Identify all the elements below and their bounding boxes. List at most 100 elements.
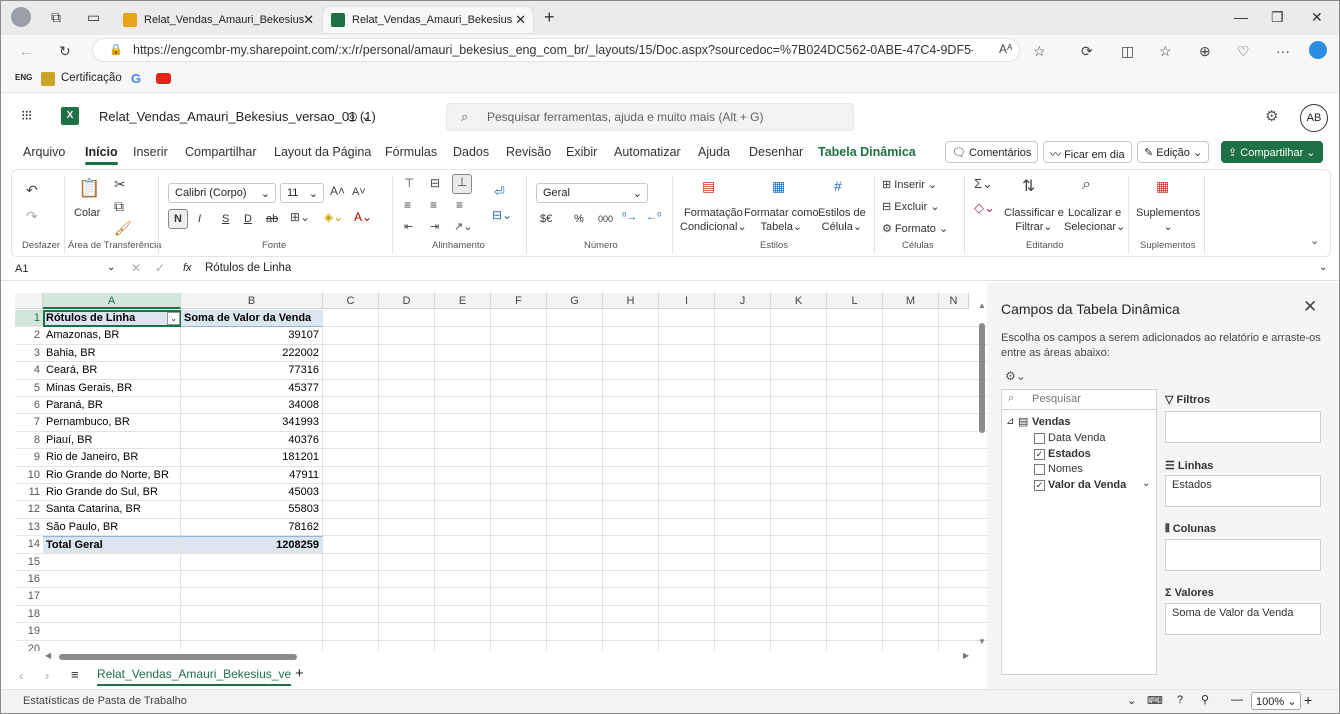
tab-inicio[interactable]: Início	[85, 145, 118, 165]
cell-b[interactable]	[181, 571, 323, 589]
cell-b[interactable]	[181, 553, 323, 571]
cell-a[interactable]: Piauí, BR	[43, 431, 181, 450]
accessibility-icon[interactable]: ⚲	[1201, 693, 1209, 706]
redo-icon[interactable]: ↷	[26, 208, 38, 225]
column-header-m[interactable]: M	[883, 293, 939, 309]
borders-icon[interactable]: ⊞⌄	[290, 210, 310, 224]
columns-drop-area[interactable]	[1165, 539, 1321, 571]
field-label[interactable]: Valor da Venda	[1048, 479, 1126, 491]
empty-cells[interactable]	[323, 605, 987, 624]
help-icon[interactable]: ?	[1177, 694, 1183, 706]
cell-a[interactable]	[43, 605, 181, 624]
row-header[interactable]: 13	[15, 518, 43, 537]
double-underline-button[interactable]: D	[244, 212, 252, 226]
cell-b[interactable]	[181, 623, 323, 641]
confirm-icon[interactable]: ✓	[155, 261, 165, 275]
empty-cells[interactable]	[323, 449, 987, 467]
cell-a[interactable]	[43, 623, 181, 641]
sheet-tab-active[interactable]: Relat_Vendas_Amauri_Bekesius_ve	[97, 667, 292, 686]
google-icon[interactable]: G	[131, 71, 141, 86]
column-header-n[interactable]: N	[939, 293, 969, 309]
refresh-icon[interactable]: ↻	[59, 43, 71, 60]
autosum-icon[interactable]: Σ⌄	[974, 176, 993, 192]
grow-font-icon[interactable]: A˄	[330, 184, 345, 198]
minimize-icon[interactable]: —	[1234, 9, 1248, 25]
tab-formulas[interactable]: Fórmulas	[385, 145, 437, 159]
sort-filter-icon[interactable]: ⇅	[1022, 176, 1035, 196]
empty-cells[interactable]	[323, 379, 987, 397]
merge-center-icon[interactable]: ⊟⌄	[492, 208, 512, 222]
increase-decimal-icon[interactable]: ⁰→	[622, 210, 637, 223]
align-bottom-icon[interactable]: ⊥	[452, 174, 472, 194]
row-header[interactable]: 6	[15, 397, 43, 415]
close-window-icon[interactable]: ✕	[1311, 9, 1323, 26]
scroll-right-icon[interactable]: ▶	[963, 651, 969, 660]
catchup-button[interactable]: 〰 Ficar em dia	[1043, 141, 1132, 163]
empty-cells[interactable]	[323, 414, 987, 432]
expand-formula-icon[interactable]: ⌄	[1319, 262, 1327, 273]
column-header-d[interactable]: D	[379, 293, 435, 309]
vertical-scrollbar[interactable]: ▲ ▼	[977, 301, 987, 651]
field-checkbox[interactable]	[1034, 464, 1045, 475]
cancel-icon[interactable]: ✕	[131, 261, 141, 275]
formula-input[interactable]: Rótulos de Linha	[205, 262, 291, 274]
empty-cells[interactable]	[323, 397, 987, 415]
workspaces-icon[interactable]: ⧉	[51, 9, 61, 26]
column-header-l[interactable]: L	[827, 293, 883, 309]
tab-ajuda[interactable]: Ajuda	[698, 145, 730, 159]
column-header-c[interactable]: C	[323, 293, 379, 309]
copilot-icon[interactable]	[1309, 41, 1327, 59]
cell-a[interactable]: Total Geral	[43, 536, 181, 554]
workbook-stats-link[interactable]: Estatísticas de Pasta de Trabalho	[23, 695, 187, 707]
row-header[interactable]: 8	[15, 431, 43, 450]
empty-cells[interactable]	[323, 327, 987, 345]
empty-cells[interactable]	[323, 553, 987, 571]
empty-cells[interactable]	[323, 431, 987, 450]
document-title[interactable]: Relat_Vendas_Amauri_Bekesius_versao_01 (…	[99, 109, 376, 124]
cell-b[interactable]: 47911	[181, 466, 323, 484]
addins-button[interactable]: Suplementos ⌄	[1136, 206, 1200, 234]
zoom-level-dropdown[interactable]: 100% ⌄	[1251, 692, 1302, 710]
cell-b[interactable]: 1208259	[181, 536, 323, 554]
decrease-decimal-icon[interactable]: ←⁰	[646, 210, 661, 223]
align-top-icon[interactable]: ⊤	[404, 176, 414, 190]
column-header-h[interactable]: H	[603, 293, 659, 309]
favorites-icon[interactable]: ☆	[1159, 43, 1172, 60]
italic-button[interactable]: I	[198, 212, 201, 226]
column-header-a[interactable]: A	[43, 293, 181, 309]
align-middle-icon[interactable]: ⊟	[430, 176, 440, 190]
cell-a[interactable]: Paraná, BR	[43, 397, 181, 415]
cell-a[interactable]: Rio Grande do Norte, BR	[43, 466, 181, 484]
increase-indent-icon[interactable]: ⇥	[430, 220, 439, 233]
column-header-k[interactable]: K	[771, 293, 827, 309]
scroll-thumb[interactable]	[59, 654, 297, 660]
field-label[interactable]: Nomes	[1048, 463, 1083, 475]
format-as-table-button[interactable]: Formatar como Tabela⌄	[744, 206, 819, 234]
empty-cells[interactable]	[323, 484, 987, 502]
tab-exibir[interactable]: Exibir	[566, 145, 597, 159]
orientation-icon[interactable]: ↗⌄	[454, 220, 472, 233]
favorite-star-icon[interactable]: ☆	[1033, 43, 1046, 60]
empty-cells[interactable]	[323, 518, 987, 537]
row-header[interactable]: 4	[15, 362, 43, 380]
empty-cells[interactable]	[323, 588, 987, 606]
align-left-icon[interactable]: ≡	[404, 198, 411, 212]
empty-cells[interactable]	[323, 466, 987, 484]
cell-a[interactable]	[43, 588, 181, 606]
back-icon[interactable]: ←	[19, 43, 33, 59]
scroll-up-icon[interactable]: ▲	[978, 301, 986, 310]
browser-tab-1[interactable]: Relat_Vendas_Amauri_Bekesius_ve ✕	[115, 7, 321, 33]
paste-icon[interactable]: 📋	[78, 178, 100, 199]
empty-cells[interactable]	[323, 623, 987, 641]
settings-gear-icon[interactable]: ⚙	[1265, 107, 1278, 125]
next-sheet-icon[interactable]: ›	[45, 668, 49, 683]
cell-b[interactable]: 39107	[181, 327, 323, 345]
heart-icon[interactable]: ♡	[1237, 43, 1250, 60]
find-select-icon[interactable]: ⌕	[1082, 176, 1091, 194]
find-select-button[interactable]: Localizar e Selecionar⌄	[1064, 206, 1125, 234]
scroll-down-icon[interactable]: ▼	[978, 637, 986, 646]
empty-cells[interactable]	[323, 640, 987, 651]
comments-button[interactable]: 🗨 Comentários	[945, 141, 1039, 163]
number-format-dropdown[interactable]: Geral ⌄	[536, 183, 648, 203]
field-label[interactable]: Data Venda	[1048, 432, 1106, 444]
